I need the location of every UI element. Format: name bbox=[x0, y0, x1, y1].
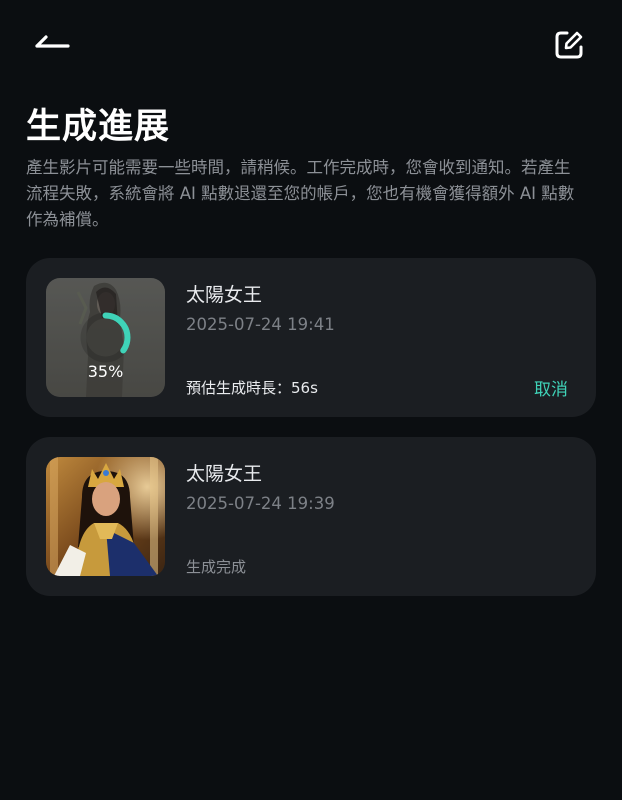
task-estimated-time: 預估生成時長：56s bbox=[186, 379, 318, 397]
task-date: 2025-07-24 19:41 bbox=[186, 315, 335, 334]
cancel-button[interactable]: 取消 bbox=[534, 375, 568, 400]
page-description: 產生影片可能需要一些時間，請稍候。工作完成時，您會收到通知。若產生流程失敗，系統… bbox=[26, 158, 575, 229]
thumbnail-image bbox=[46, 457, 165, 576]
task-card-completed[interactable]: 太陽女王 2025-07-24 19:39 生成完成 bbox=[26, 437, 596, 596]
page-title: 生成進展 bbox=[26, 107, 171, 147]
top-bar bbox=[0, 0, 622, 88]
edit-icon bbox=[555, 31, 583, 59]
back-button[interactable] bbox=[28, 26, 76, 62]
generation-progress-screen: 生成進展 產生影片可能需要一些時間，請稍候。工作完成時，您會收到通知。若產生流程… bbox=[0, 0, 622, 800]
edit-button[interactable] bbox=[550, 26, 588, 64]
back-arrow-icon bbox=[35, 35, 70, 48]
task-thumbnail bbox=[46, 457, 165, 576]
task-card-in-progress[interactable]: 35% 太陽女王 2025-07-24 19:41 預估生成時長：56s 取消 bbox=[26, 258, 596, 417]
task-thumbnail: 35% bbox=[46, 278, 165, 397]
progress-percentage: 35% bbox=[87, 362, 124, 381]
task-status: 生成完成 bbox=[186, 558, 247, 576]
task-title: 太陽女王 bbox=[186, 284, 263, 306]
task-title: 太陽女王 bbox=[186, 463, 263, 485]
task-date: 2025-07-24 19:39 bbox=[186, 494, 335, 513]
